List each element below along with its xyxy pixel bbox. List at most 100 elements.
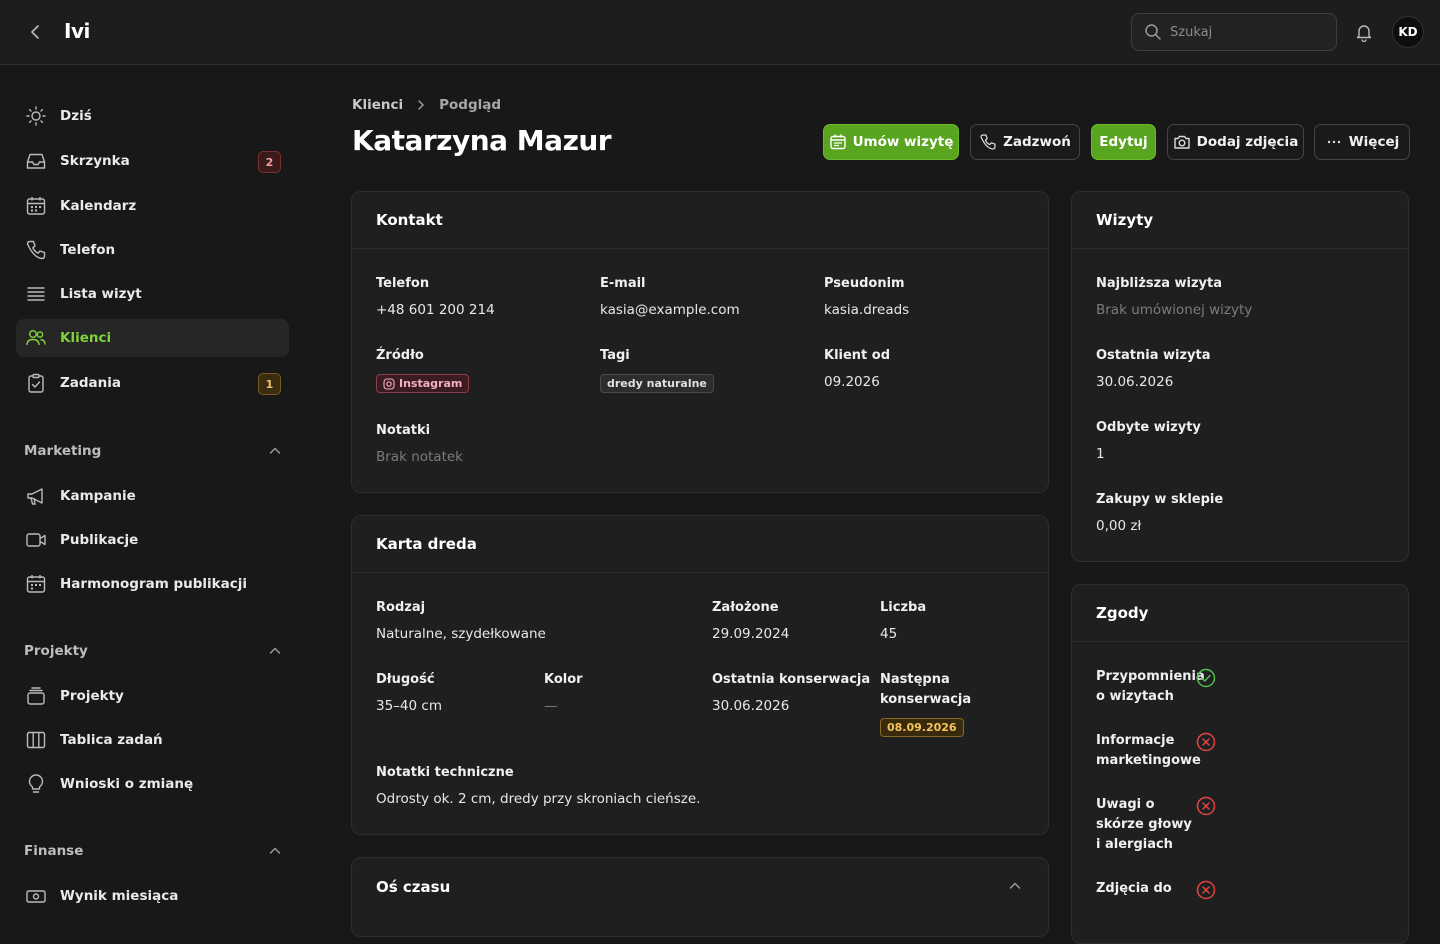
shop-purchases-field: Zakupy w sklepie 0,00 zł bbox=[1096, 490, 1223, 534]
consent-reminders: Przypomnienia o wizytach bbox=[1096, 667, 1216, 707]
back-button[interactable] bbox=[24, 20, 48, 44]
dread-card: Karta dreda Rodzaj Naturalne, szydełkowa… bbox=[351, 515, 1049, 835]
x-circle-icon bbox=[1196, 732, 1216, 752]
sidebar-item-lista-wizyt[interactable]: Lista wizyt bbox=[16, 275, 289, 313]
field-label: Założone bbox=[712, 600, 779, 615]
clipboard-icon bbox=[24, 371, 48, 395]
chevron-up-icon bbox=[269, 447, 281, 454]
consent-label: Uwagi o skórze głowy i alergiach bbox=[1096, 797, 1192, 852]
field-label: Kolor bbox=[544, 672, 583, 687]
phone-icon bbox=[24, 238, 48, 262]
sidebar-item-label: Klienci bbox=[60, 330, 112, 346]
notifications-button[interactable] bbox=[1352, 20, 1376, 44]
tech-notes-field: Notatki techniczne Odrosty ok. 2 cm, dre… bbox=[376, 763, 700, 807]
search-icon bbox=[1145, 24, 1161, 40]
sidebar-item-kampanie[interactable]: Kampanie bbox=[16, 477, 289, 515]
created-field: Założone 29.09.2024 bbox=[712, 598, 789, 642]
sidebar-item-publikacje[interactable]: Publikacje bbox=[16, 521, 289, 559]
top-bar: Ivi KD bbox=[0, 0, 1440, 65]
last-visit-value: 30.06.2026 bbox=[1096, 374, 1174, 390]
card-title: Karta dreda bbox=[352, 516, 1048, 573]
sidebar-section-finanse[interactable]: Finanse bbox=[24, 843, 282, 859]
sidebar-item-label: Wnioski o zmianę bbox=[60, 776, 194, 792]
field-label: E-mail bbox=[600, 276, 646, 291]
sidebar-item-label: Publikacje bbox=[60, 532, 139, 548]
sidebar-item-wynik[interactable]: Wynik miesiąca bbox=[16, 877, 289, 915]
more-button[interactable]: Więcej bbox=[1314, 124, 1410, 160]
breadcrumb-current: Podgląd bbox=[439, 97, 502, 113]
sidebar-item-label: Zadania bbox=[60, 375, 122, 391]
sidebar-section-marketing[interactable]: Marketing bbox=[24, 443, 282, 459]
columns-icon bbox=[24, 728, 48, 752]
field-label: Rodzaj bbox=[376, 600, 426, 615]
chevron-left-icon bbox=[31, 25, 39, 39]
page-title: Katarzyna Mazur bbox=[352, 124, 612, 157]
next-maintenance-field: Następna konserwacja 08.09.2026 bbox=[880, 670, 990, 737]
sidebar-item-zadania[interactable]: Zadania 1 bbox=[16, 364, 289, 402]
tech-notes-value: Odrosty ok. 2 cm, dredy przy skroniach c… bbox=[376, 791, 701, 807]
sidebar-item-label: Tablica zadań bbox=[60, 732, 163, 748]
sun-icon bbox=[24, 104, 48, 128]
megaphone-icon bbox=[24, 484, 48, 508]
chevron-up-icon bbox=[1009, 882, 1021, 889]
field-label: Źródło bbox=[376, 348, 424, 363]
user-avatar[interactable]: KD bbox=[1392, 16, 1424, 48]
list-icon bbox=[24, 282, 48, 306]
card-title: Kontakt bbox=[352, 192, 1048, 249]
consent-marketing: Informacje marketingowe bbox=[1096, 731, 1216, 771]
sidebar-item-kalendarz[interactable]: Kalendarz bbox=[16, 187, 289, 225]
check-circle-icon bbox=[1196, 668, 1216, 688]
notes-value: Brak notatek bbox=[376, 449, 463, 465]
consent-label: Informacje marketingowe bbox=[1096, 733, 1201, 768]
search-box[interactable] bbox=[1131, 13, 1337, 51]
edit-button[interactable]: Edytuj bbox=[1091, 124, 1156, 160]
timeline-header[interactable]: Oś czasu bbox=[352, 858, 1048, 915]
breadcrumb: Klienci Podgląd bbox=[352, 97, 501, 113]
phone-field: Telefon +48 601 200 214 bbox=[376, 274, 495, 318]
field-label: Najbliższa wizyta bbox=[1096, 276, 1222, 291]
phone-value[interactable]: +48 601 200 214 bbox=[376, 302, 495, 318]
call-button[interactable]: Zadzwoń bbox=[970, 124, 1080, 160]
inbox-count-badge: 2 bbox=[258, 151, 281, 173]
sidebar-item-klienci[interactable]: Klienci bbox=[16, 319, 289, 357]
sidebar-item-tablica[interactable]: Tablica zadań bbox=[16, 721, 289, 759]
field-label: Liczba bbox=[880, 600, 927, 615]
type-value: Naturalne, szydełkowane bbox=[376, 626, 546, 642]
field-label: Następna konserwacja bbox=[880, 672, 972, 707]
next-visit-field: Najbliższa wizyta Brak umówionej wizyty bbox=[1096, 274, 1252, 318]
button-label: Edytuj bbox=[1099, 134, 1148, 150]
field-label: Klient od bbox=[824, 348, 891, 363]
sidebar-item-telefon[interactable]: Telefon bbox=[16, 231, 289, 269]
video-icon bbox=[24, 528, 48, 552]
breadcrumb-parent[interactable]: Klienci bbox=[352, 97, 403, 113]
created-value: 29.09.2024 bbox=[712, 626, 790, 642]
timeline-card[interactable]: Oś czasu bbox=[351, 857, 1049, 937]
notes-field: Notatki Brak notatek bbox=[376, 421, 463, 465]
button-label: Więcej bbox=[1348, 134, 1400, 150]
count-value: 45 bbox=[880, 626, 898, 642]
sidebar-item-wnioski[interactable]: Wnioski o zmianę bbox=[16, 765, 289, 803]
next-visit-value: Brak umówionej wizyty bbox=[1096, 302, 1253, 318]
field-label: Notatki bbox=[376, 423, 431, 438]
lightbulb-icon bbox=[24, 772, 48, 796]
app-logo[interactable]: Ivi bbox=[64, 19, 90, 43]
sidebar-item-skrzynka[interactable]: Skrzynka 2 bbox=[16, 142, 289, 180]
sidebar-item-label: Telefon bbox=[60, 242, 116, 258]
sidebar-item-dzis[interactable]: Dziś bbox=[16, 97, 289, 135]
section-title: Projekty bbox=[24, 643, 88, 659]
schedule-visit-button[interactable]: Umów wizytę bbox=[823, 124, 959, 160]
sidebar-item-harmonogram[interactable]: Harmonogram publikacji bbox=[16, 565, 289, 603]
sidebar-item-label: Lista wizyt bbox=[60, 286, 142, 302]
search-input[interactable] bbox=[1170, 24, 1320, 40]
sidebar-section-projekty[interactable]: Projekty bbox=[24, 643, 282, 659]
email-value[interactable]: kasia@example.com bbox=[600, 302, 740, 318]
sidebar-item-label: Dziś bbox=[60, 108, 92, 124]
add-photos-button[interactable]: Dodaj zdjęcia bbox=[1167, 124, 1304, 160]
x-circle-icon bbox=[1196, 796, 1216, 816]
color-field: Kolor — bbox=[544, 670, 583, 714]
section-title: Finanse bbox=[24, 843, 84, 859]
calendar-icon bbox=[829, 133, 847, 151]
sidebar-item-projekty[interactable]: Projekty bbox=[16, 677, 289, 715]
x-circle-icon bbox=[1196, 880, 1216, 900]
layers-icon bbox=[24, 684, 48, 708]
